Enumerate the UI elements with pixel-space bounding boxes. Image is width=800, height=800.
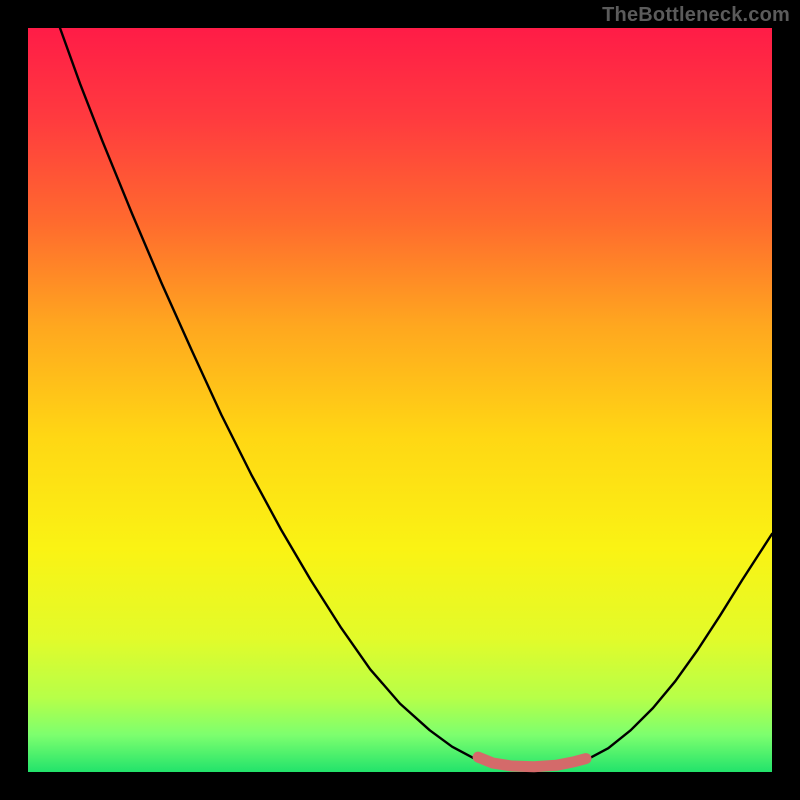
chart-svg	[0, 0, 800, 800]
plot-background	[28, 28, 772, 772]
chart-stage: TheBottleneck.com	[0, 0, 800, 800]
watermark-text: TheBottleneck.com	[602, 4, 790, 27]
